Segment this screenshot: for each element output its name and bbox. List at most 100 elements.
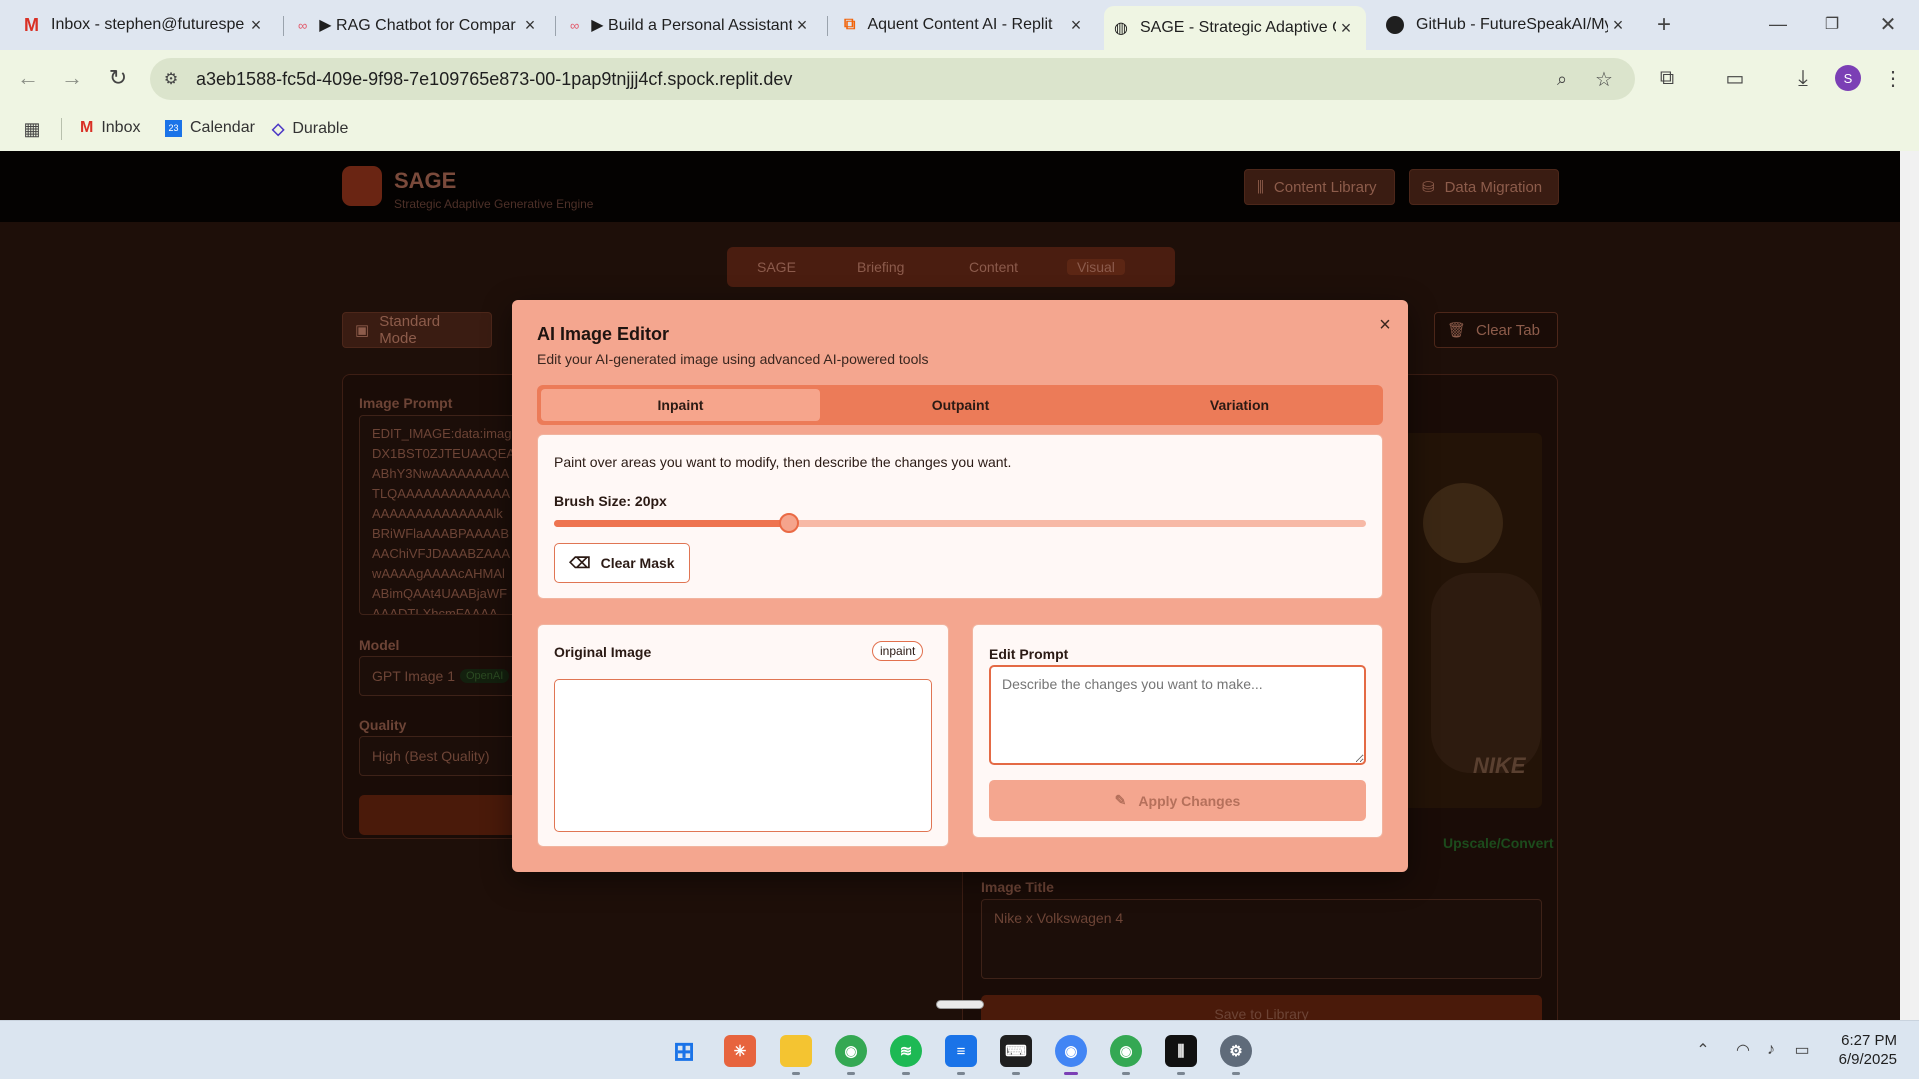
battery-icon[interactable]: ▭ [1790,1039,1814,1061]
tab-inpaint[interactable]: Inpaint [541,389,820,421]
mask-canvas[interactable] [554,679,932,832]
clear-tab-button[interactable]: 🗑 Clear Tab [1434,312,1558,348]
prompt-line: DX1BST0ZJTEUAAQEA [372,446,516,461]
image-prompt-textarea[interactable]: EDIT_IMAGE:data:imag DX1BST0ZJTEUAAQEA ABh… [359,415,529,615]
close-tab-icon[interactable]: × [792,15,812,36]
tab-title: Aquent Content AI - Replit [867,16,1053,33]
save-to-library-button[interactable]: Save to Library [981,995,1542,1020]
brush-size-slider[interactable] [554,513,1366,533]
close-tab-icon[interactable]: × [1066,15,1086,36]
nav-content[interactable]: Content [969,259,1018,275]
apply-changes-button[interactable]: ✎ Apply Changes [989,780,1366,821]
browser-toolbar: ← → ↻ ⚙ a3eb1588-fc5d-409e-9f98-7e109765… [0,50,1919,108]
bookmark-star-icon[interactable]: ☆ [1592,67,1616,91]
globe-icon: ◍ [1114,20,1128,37]
address-bar[interactable]: ⚙ a3eb1588-fc5d-409e-9f98-7e109765e873-0… [150,58,1635,100]
tab-title: Inbox - stephen@futurespe [51,16,245,33]
mode-badge: inpaint [872,641,924,661]
minimize-icon[interactable]: — [1766,10,1790,38]
model-select[interactable]: GPT Image 1 OpenAI [359,656,529,696]
drag-handle[interactable] [936,1000,984,1009]
tab-personal-assistant[interactable]: ∞ ▶ Build a Personal Assistant × [560,8,822,42]
nav-visual[interactable]: Visual [1067,259,1125,275]
spotify-icon[interactable]: ≋ [890,1035,922,1067]
bookmark-durable[interactable]: ◇ Durable [272,119,348,139]
clock-date: 6/9/2025 [1838,1051,1897,1068]
tab-outpaint[interactable]: Outpaint [821,389,1100,421]
cast-icon[interactable]: ▭ [1722,65,1748,91]
ai-image-editor-dialog: AI Image Editor Edit your AI-generated i… [512,300,1408,872]
reload-icon[interactable]: ↻ [104,64,132,92]
clear-mask-button[interactable]: ⌫ Clear Mask [554,543,690,583]
notepad-icon[interactable]: ≡ [945,1035,977,1067]
back-icon[interactable]: ← [14,64,42,92]
settings-icon[interactable]: ⚙ [1220,1035,1252,1067]
nav-sage[interactable]: SAGE [757,259,796,275]
close-tab-icon[interactable]: × [246,15,266,36]
vw-badge-shape [1423,483,1503,563]
restore-icon[interactable]: ❐ [1820,10,1844,38]
tab-sage[interactable]: ◍ SAGE - Strategic Adaptive G × [1104,6,1366,50]
prompt-line: ABimQAAt4UAABjaWF [372,586,508,601]
upscale-convert-button[interactable]: Upscale/Convert [1443,835,1553,851]
database-icon: ⛁ [1422,179,1435,196]
chrome-alt-icon[interactable]: ◉ [1110,1035,1142,1067]
quality-label: Quality [359,717,407,733]
download-icon[interactable]: ⤓ [1790,65,1816,91]
inpaint-instruction: Paint over areas you want to modify, the… [554,454,1012,470]
library-icon: ⫼ [1257,178,1264,196]
prompt-line: wAAAAgAAAAcAHMAl [372,566,505,581]
close-tab-icon[interactable]: × [520,15,540,36]
n8n-icon: ∞ [570,17,580,33]
wifi-icon[interactable]: ◠ [1732,1039,1754,1061]
nike-logo: NIKE [1473,753,1526,778]
site-settings-icon[interactable]: ⚙ [160,68,182,90]
page-scrollbar[interactable] [1900,151,1919,1020]
quality-select[interactable]: High (Best Quality) [359,736,529,776]
close-window-icon[interactable]: ✕ [1876,10,1900,38]
nav-briefing[interactable]: Briefing [857,259,904,275]
system-clock[interactable]: 6:27 PM 6/9/2025 [1839,1031,1897,1069]
apps-grid-icon[interactable]: ▦ [20,117,44,141]
claude-icon[interactable]: ✳ [724,1035,756,1067]
close-icon[interactable]: × [1374,314,1396,336]
dialog-subtitle: Edit your AI-generated image using advan… [537,351,929,367]
close-tab-icon[interactable]: × [1608,15,1628,36]
windows-start-icon[interactable]: ⊞ [668,1035,700,1067]
edit-prompt-card: Edit Prompt ✎ Apply Changes [972,624,1383,838]
zoom-icon[interactable]: ⌕ [1550,67,1574,91]
menu-kebab-icon[interactable]: ⋮ [1880,65,1906,91]
tab-title: ▶ RAG Chatbot for Compar [319,17,516,34]
forward-icon[interactable]: → [58,64,86,92]
tab-github[interactable]: GitHub - FutureSpeakAI/My × [1376,8,1638,42]
chevron-up-icon[interactable]: ⌃ [1692,1039,1714,1061]
terminal-icon[interactable]: ⌨ [1000,1035,1032,1067]
bookmark-inbox[interactable]: M Inbox [80,119,140,137]
profile-avatar[interactable]: S [1835,65,1861,91]
content-library-button[interactable]: ⫼ Content Library [1244,169,1395,205]
app-header: SAGE Strategic Adaptive Generative Engin… [0,151,1900,222]
image-title-input[interactable]: Nike x Volkswagen 4 [981,899,1542,979]
bookmark-calendar[interactable]: 23 Calendar [165,119,255,137]
slider-fill [554,520,790,527]
audio-app-icon[interactable]: ⫼ [1165,1035,1197,1067]
prompt-line: AAChiVFJDAAABZAAA [372,546,510,561]
generate-button[interactable] [359,795,529,835]
data-migration-button[interactable]: ⛁ Data Migration [1409,169,1559,205]
close-tab-icon[interactable]: × [1336,18,1356,39]
tab-replit[interactable]: ⧉ Aquent Content AI - Replit × [834,8,1096,42]
standard-mode-button[interactable]: ▣ Standard Mode [342,312,492,348]
tab-gmail[interactable]: M Inbox - stephen@futurespe × [14,8,276,42]
chrome-icon[interactable]: ◉ [1055,1035,1087,1067]
new-tab-icon[interactable]: + [1652,11,1676,39]
tab-variation[interactable]: Variation [1100,389,1379,421]
extensions-icon[interactable]: ⧉ [1654,65,1680,91]
edit-prompt-textarea[interactable] [989,665,1366,765]
file-explorer-icon[interactable] [780,1035,812,1067]
bookmarks-bar: ▦ M Inbox 23 Calendar ◇ Durable [0,108,1919,151]
image-prompt-label: Image Prompt [359,395,453,411]
tab-rag-chatbot[interactable]: ∞ ▶ RAG Chatbot for Compar × [288,8,550,42]
volume-icon[interactable]: ♪ [1760,1039,1782,1061]
chrome-profile-icon[interactable]: ◉ [835,1035,867,1067]
slider-thumb[interactable] [779,513,800,533]
